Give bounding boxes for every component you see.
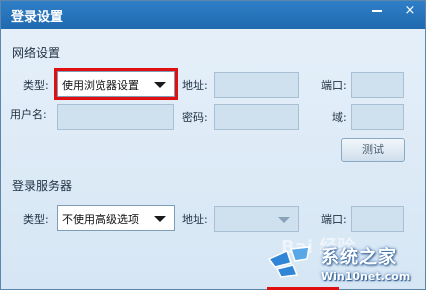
network-type-label: 类型: [23,79,49,92]
network-port-input[interactable] [351,72,404,98]
watermark-url: Win10net.com [321,270,411,283]
network-port-label: 端口: [321,79,347,92]
username-input[interactable] [57,104,174,130]
server-port-label: 端口: [321,213,347,226]
window-title: 登录设置 [11,10,64,25]
domain-input[interactable] [351,104,404,130]
close-icon: × [404,3,416,18]
server-port-input[interactable] [351,206,404,232]
highlight-box [54,68,178,100]
username-label: 用户名: [10,108,47,121]
watermark-brand: 系统之家 [321,247,397,268]
domain-label: 域: [332,111,347,124]
login-server-heading: 登录服务器 [12,179,73,193]
password-input[interactable] [214,104,299,130]
chevron-down-icon [154,216,166,222]
network-address-label: 地址: [182,79,208,92]
minimize-button[interactable] [363,1,391,23]
server-address-select[interactable] [214,206,299,232]
network-settings-heading: 网络设置 [12,46,61,60]
windows-logo-icon [267,246,310,278]
watermark-logo: Bai 经验 系统之家 Win10net.com [263,233,426,290]
server-type-label: 类型: [23,213,49,226]
server-address-label: 地址: [182,213,208,226]
close-button[interactable]: × [396,1,424,23]
login-settings-dialog: 登录设置 × 网络设置 类型: 使用浏览器设置 地址: 端口: 用户名: 密码:… [0,0,426,290]
network-address-input[interactable] [214,72,299,98]
title-bar[interactable]: 登录设置 × [1,1,425,29]
server-type-value: 不使用高级选项 [62,213,139,226]
server-type-select[interactable]: 不使用高级选项 [57,205,175,231]
password-label: 密码: [182,111,208,124]
chevron-down-icon [278,217,290,223]
minimize-icon [372,10,382,12]
test-button[interactable]: 测试 [341,138,405,162]
